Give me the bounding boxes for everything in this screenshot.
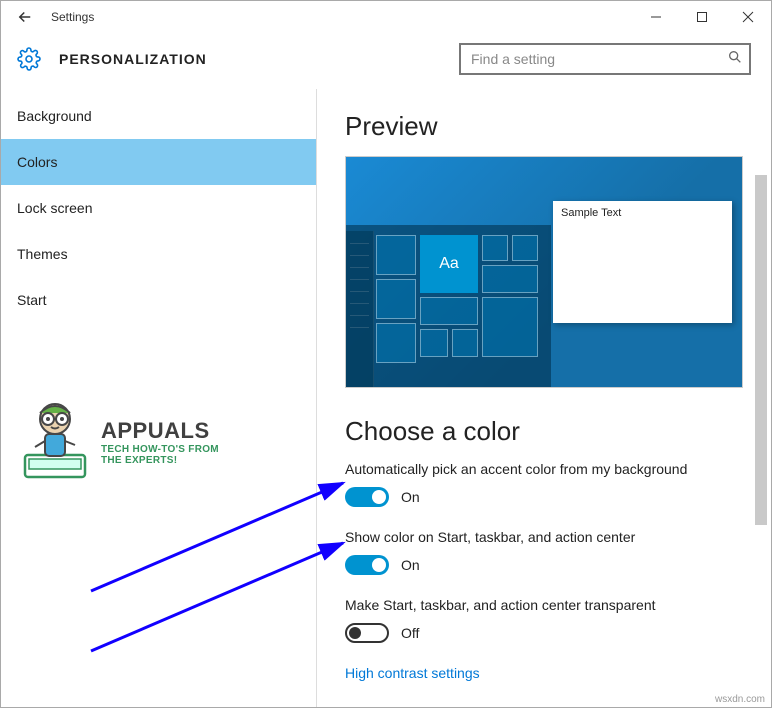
show-color-toggle-row: On	[345, 555, 743, 575]
body: Background Colors Lock screen Themes Sta…	[1, 89, 771, 707]
sidebar-item-start[interactable]: Start	[1, 277, 316, 323]
gear-icon	[15, 45, 43, 73]
sidebar-item-themes[interactable]: Themes	[1, 231, 316, 277]
titlebar: Settings	[1, 1, 771, 33]
show-color-label: Show color on Start, taskbar, and action…	[345, 529, 743, 545]
preview-heading: Preview	[345, 111, 743, 142]
search-icon	[727, 49, 743, 70]
auto-pick-toggle-row: On	[345, 487, 743, 507]
maximize-button[interactable]	[679, 1, 725, 33]
titlebar-controls	[633, 1, 771, 33]
search-placeholder: Find a setting	[471, 51, 727, 67]
transparent-toggle[interactable]	[345, 623, 389, 643]
high-contrast-link[interactable]: High contrast settings	[345, 665, 743, 681]
sidebar-item-lock-screen[interactable]: Lock screen	[1, 185, 316, 231]
app-title: Settings	[51, 10, 94, 24]
transparent-toggle-row: Off	[345, 623, 743, 643]
source-mark: wsxdn.com	[715, 694, 765, 705]
header-row: PERSONALIZATION Find a setting	[1, 33, 771, 89]
transparent-state: Off	[401, 625, 419, 641]
settings-window: Settings PERSONALIZATION Find a setting	[0, 0, 772, 708]
auto-pick-state: On	[401, 489, 420, 505]
auto-pick-toggle[interactable]	[345, 487, 389, 507]
preview-image: Aa Sample Text	[345, 156, 743, 388]
sidebar-item-background[interactable]: Background	[1, 93, 316, 139]
search-container: Find a setting	[459, 43, 751, 75]
vertical-scrollbar[interactable]	[753, 175, 769, 703]
transparent-label: Make Start, taskbar, and action center t…	[345, 597, 743, 613]
content-wrap: Preview Aa	[316, 89, 771, 707]
titlebar-left: Settings	[7, 4, 94, 30]
minimize-button[interactable]	[633, 1, 679, 33]
content: Preview Aa	[317, 89, 771, 707]
page-title: PERSONALIZATION	[59, 51, 207, 67]
show-color-toggle[interactable]	[345, 555, 389, 575]
show-color-state: On	[401, 557, 420, 573]
sidebar: Background Colors Lock screen Themes Sta…	[1, 89, 316, 707]
close-button[interactable]	[725, 1, 771, 33]
preview-tiles: Aa	[376, 235, 546, 381]
back-button[interactable]	[7, 4, 43, 30]
choose-color-heading: Choose a color	[345, 416, 743, 447]
preview-aa-tile: Aa	[420, 235, 478, 293]
sidebar-item-colors[interactable]: Colors	[1, 139, 316, 185]
search-input[interactable]: Find a setting	[459, 43, 751, 75]
auto-pick-label: Automatically pick an accent color from …	[345, 461, 743, 477]
scrollbar-thumb[interactable]	[755, 175, 767, 525]
preview-sample-window: Sample Text	[553, 201, 732, 323]
